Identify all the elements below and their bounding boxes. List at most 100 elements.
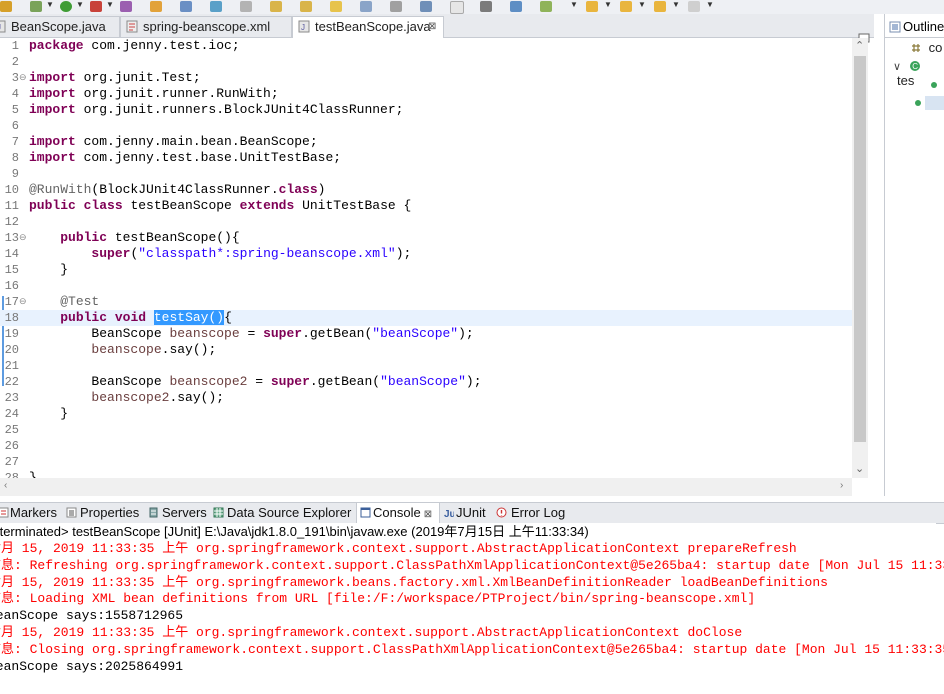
line-number: 24 [4, 407, 19, 421]
console-line: 信息: Refreshing org.springframework.conte… [0, 557, 944, 573]
console-status: <terminated> testBeanScope [JUnit] E:\Ja… [0, 523, 936, 541]
line-number: 20 [4, 343, 19, 357]
coverage-dropdown-icon[interactable]: ▼ [106, 0, 114, 9]
outline-icon [889, 21, 901, 33]
outline-item-label: co [928, 40, 943, 55]
code-line: 5 import org.junit.runners.BlockJUnit4Cla… [0, 102, 852, 118]
run-icon[interactable] [60, 1, 72, 12]
expand-icon[interactable]: ∨ [893, 61, 901, 73]
keyword: extends [239, 198, 295, 213]
outline-icon[interactable] [510, 1, 522, 12]
string-literal: "beanScope" [380, 374, 466, 389]
code-line: 2 [0, 54, 852, 70]
editor-tab-bar: J BeanScope.java spring-beanscope.xml J … [0, 14, 874, 43]
fold-toggle-icon[interactable]: ⊖ [19, 294, 27, 310]
next-edit-dropdown-icon[interactable]: ▼ [604, 0, 612, 9]
coverage-icon[interactable] [90, 1, 102, 12]
tab-junit[interactable]: Ju JUnit [443, 503, 493, 523]
back-icon[interactable] [620, 1, 632, 12]
keyword: super [270, 374, 310, 389]
properties-icon [66, 507, 77, 518]
svg-text:J: J [301, 23, 305, 32]
mark-occurrences-icon[interactable] [330, 1, 342, 12]
tab-markers[interactable]: Markers [0, 503, 60, 523]
toggle-block-icon[interactable] [420, 1, 432, 12]
link-editor-icon[interactable] [480, 1, 492, 12]
markers-icon [0, 507, 9, 518]
open-type-icon[interactable] [150, 1, 162, 12]
local-variable: beanscope [91, 342, 162, 357]
tab-data-source-explorer[interactable]: Data Source Explorer [213, 503, 355, 523]
next-annotation-icon[interactable] [270, 1, 282, 12]
fold-toggle-icon[interactable]: ⊖ [19, 230, 27, 246]
local-variable: beanscope [169, 326, 240, 341]
forward-disabled-dropdown-icon[interactable]: ▼ [706, 0, 714, 9]
tab-label: testBeanScope.java [315, 19, 431, 34]
search-icon[interactable] [180, 1, 192, 12]
tab-testbeanscope-java[interactable]: J testBeanScope.java ⊠ [292, 16, 444, 38]
svg-text:C: C [912, 62, 918, 71]
bottom-panel-tab-bar: Markers Properties Servers Data Source E… [0, 502, 944, 524]
line-number: 12 [4, 215, 19, 229]
outline-item-package[interactable]: co [911, 40, 942, 55]
console-line: BeanScope says:2025864991 [0, 658, 184, 674]
main-toolbar: ▼ ▼ ▼ ▼ ▼ ▼ ▼ ▼ [0, 0, 944, 14]
scroll-up-icon[interactable]: ⌃ [855, 39, 864, 52]
code-line: 25 [0, 422, 852, 438]
tab-spring-beanscope-xml[interactable]: spring-beanscope.xml [120, 16, 292, 37]
tab-error-log[interactable]: Error Log [496, 503, 568, 523]
open-task-icon[interactable] [210, 1, 222, 12]
run-dropdown-icon[interactable]: ▼ [76, 0, 84, 9]
word-wrap-icon[interactable] [450, 1, 464, 14]
show-whitespace-icon[interactable] [390, 1, 402, 12]
tab-beanscope-java[interactable]: J BeanScope.java [0, 16, 120, 37]
new-server-icon[interactable] [120, 1, 132, 12]
code-line: 14 super("classpath*:spring-beanscope.xm… [0, 246, 852, 262]
forward-icon[interactable] [654, 1, 666, 12]
prev-annotation-icon[interactable] [300, 1, 312, 12]
code-line: 15 } [0, 262, 852, 278]
debug-dropdown-icon[interactable]: ▼ [46, 0, 54, 9]
scroll-right-icon[interactable]: › [840, 480, 843, 491]
back-dropdown-icon[interactable]: ▼ [638, 0, 646, 9]
scroll-left-icon[interactable]: ‹ [4, 480, 7, 491]
code-editor[interactable]: 1 package com.jenny.test.ioc; 2 3 ⊖ import … [0, 38, 852, 478]
skip-breakpoints-icon[interactable] [0, 1, 12, 12]
close-tab-icon[interactable]: ⊠ [428, 17, 436, 36]
code-line: 3 ⊖ import org.junit.Test; [0, 70, 852, 86]
editor-horizontal-scrollbar[interactable]: ‹ › [0, 478, 852, 496]
close-console-icon[interactable]: ⊠ [424, 509, 432, 520]
annotation-icon[interactable] [240, 1, 252, 12]
code-line: 13 ⊖ public testBeanScope(){ [0, 230, 852, 246]
next-edit-icon[interactable] [586, 1, 598, 12]
editor-vertical-scrollbar[interactable]: ⌃ ⌄ [852, 38, 868, 478]
scroll-down-icon[interactable]: ⌄ [855, 462, 864, 475]
tab-properties[interactable]: Properties [66, 503, 144, 523]
local-variable: beanscope2 [169, 374, 248, 389]
line-number: 1 [11, 39, 19, 53]
annotation: @Test [60, 294, 100, 309]
fold-toggle-icon[interactable]: ⊖ [19, 70, 27, 86]
tab-console[interactable]: Console ⊠ [356, 503, 440, 524]
hierarchy-dropdown-icon[interactable]: ▼ [570, 0, 578, 9]
code-line: 23 beanscope2.say(); [0, 390, 852, 406]
selected-text: testSay() [153, 310, 225, 325]
outline-item-method[interactable] [915, 96, 944, 110]
pin-editor-icon[interactable] [360, 1, 372, 12]
console-output[interactable]: 七月 15, 2019 11:33:35 上午 org.springframew… [0, 541, 944, 694]
keyword: public [29, 198, 76, 213]
scrollbar-thumb[interactable] [854, 56, 866, 442]
outline-item-constructor[interactable] [931, 76, 937, 91]
forward-disabled-icon[interactable] [688, 1, 700, 12]
hierarchy-icon[interactable] [540, 1, 552, 12]
console-line: 信息: Closing org.springframework.context.… [0, 641, 944, 657]
console-line: 七月 15, 2019 11:33:35 上午 org.springframew… [0, 624, 743, 640]
tab-servers[interactable]: Servers [148, 503, 210, 523]
xml-file-icon [126, 20, 138, 33]
string-literal: "classpath*:spring-beanscope.xml" [138, 246, 396, 261]
debug-icon[interactable] [30, 1, 42, 12]
line-number: 4 [11, 87, 19, 101]
forward-dropdown-icon[interactable]: ▼ [672, 0, 680, 9]
tab-outline[interactable]: Outline [885, 16, 944, 38]
outline-view: Outline co ∨ C tes [884, 14, 944, 496]
